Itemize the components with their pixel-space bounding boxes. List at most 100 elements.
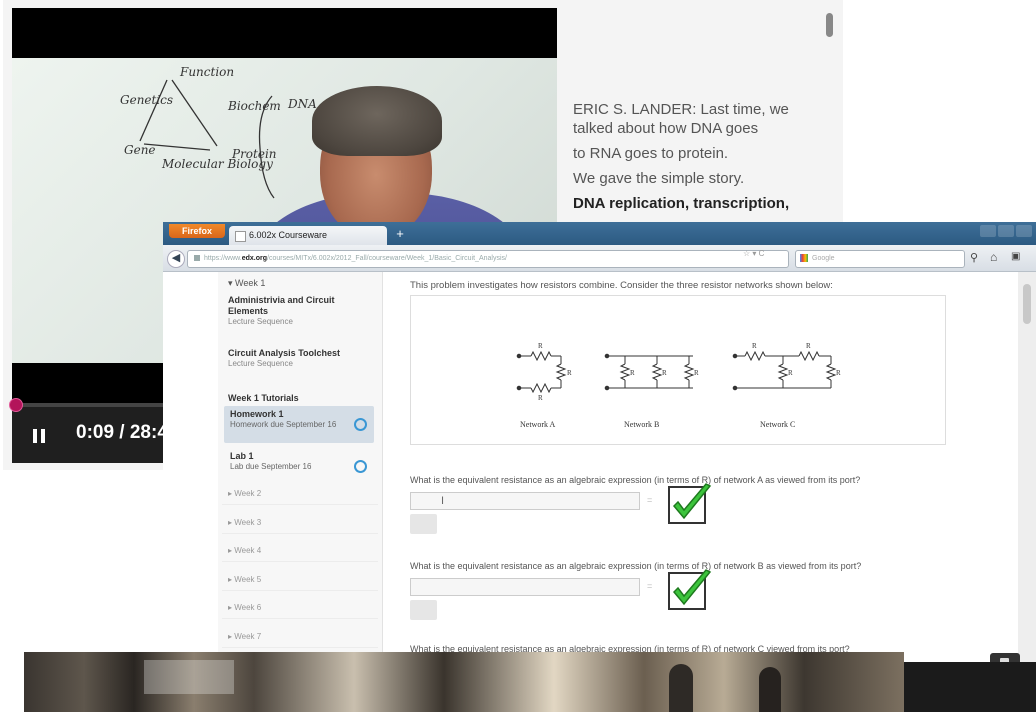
url-bar[interactable]: https://www.edx.org/courses/MITx/6.002x/… [187, 250, 789, 268]
pause-button[interactable] [24, 421, 54, 451]
alarm-clock-icon [354, 460, 367, 473]
url-path: /courses/MITx/6.002x/2012_Fall/coursewar… [267, 255, 507, 262]
google-icon [800, 254, 808, 263]
board-word: DNA [287, 97, 317, 111]
sidebar-week-5[interactable]: ▸ Week 5 [222, 569, 378, 591]
homework-due: Homework due September 16 [230, 420, 337, 429]
sidebar-week-7[interactable]: ▸ Week 7 [222, 626, 378, 648]
resistor-label: R [806, 342, 811, 350]
board-word: Function [179, 65, 234, 79]
resistor-label: R [662, 369, 667, 377]
board-word: Genetics [120, 93, 173, 107]
courseware-page: ▾ Week 1 Administrivia and Circuit Eleme… [163, 272, 1036, 662]
sidebar-week-current[interactable]: ▾ Week 1 [228, 278, 265, 289]
window-controls [980, 225, 1032, 237]
back-button[interactable]: ◀ [167, 250, 185, 268]
check-button-b[interactable] [410, 600, 437, 620]
board-line-1 [139, 79, 168, 142]
week-label: Week 4 [234, 546, 262, 555]
network-c-label: Network C [760, 420, 796, 429]
browser-tab-bar: Firefox 6.002x Courseware + [163, 222, 1036, 245]
close-icon[interactable] [1016, 225, 1032, 237]
resistor-label: R [788, 369, 793, 377]
browser-tab[interactable]: 6.002x Courseware [229, 226, 387, 245]
sidebar-item-administrivia[interactable]: Administrivia and Circuit Elements Lectu… [228, 295, 368, 327]
network-c-diagram [732, 350, 837, 391]
resistor-label: R [538, 342, 543, 350]
homework-title: Homework 1 [230, 409, 284, 419]
left-margin [163, 272, 217, 662]
week-label: Week 7 [234, 632, 262, 641]
board-line-2 [171, 79, 218, 147]
correct-checkmark-icon [668, 483, 712, 524]
resistor-label: R [752, 342, 757, 350]
resistor-label: R [630, 369, 635, 377]
transcript-line[interactable]: to RNA goes to protein. [573, 144, 833, 163]
transcript-line-current[interactable]: DNA replication, transcription, [573, 194, 833, 213]
week-label: Week 5 [234, 575, 262, 584]
dark-strip [904, 662, 1036, 712]
answer-input-a[interactable]: I [410, 492, 640, 510]
bookmarks-icon[interactable]: ▣ [1011, 251, 1020, 262]
course-sidebar: ▾ Week 1 Administrivia and Circuit Eleme… [218, 272, 383, 662]
sidebar-week-3[interactable]: ▸ Week 3 [222, 512, 378, 534]
sequence-title: Circuit Analysis Toolchest [228, 348, 341, 358]
search-placeholder: Google [812, 255, 835, 262]
resistor-schematic: R R R R R R R R R R [516, 342, 841, 402]
lab-video-frame[interactable] [24, 652, 904, 712]
url-domain: edx.org [241, 255, 268, 262]
lab-person [669, 664, 693, 712]
week-label: Week 1 [235, 278, 266, 288]
week-label: Week 2 [234, 489, 262, 498]
sidebar-week-2[interactable]: ▸ Week 2 [222, 483, 378, 505]
transcript-line[interactable]: We gave the simple story. [573, 169, 833, 188]
bookmark-star-icon[interactable]: ☆ ▾ C [743, 249, 764, 258]
network-b-label: Network B [624, 420, 660, 429]
checkmark-icon [672, 483, 712, 520]
checkmark-icon [672, 569, 712, 606]
search-bar[interactable]: Google [795, 250, 965, 268]
maximize-icon[interactable] [998, 225, 1014, 237]
text-cursor-icon: I [441, 495, 445, 507]
scrollbar-thumb[interactable] [1023, 284, 1031, 324]
minimize-icon[interactable] [980, 225, 996, 237]
resistor-label: R [567, 369, 572, 377]
new-tab-button[interactable]: + [391, 227, 409, 243]
progress-scrubber[interactable] [8, 398, 23, 412]
browser-window: Firefox 6.002x Courseware + ◀ https://ww… [163, 222, 1036, 675]
question-network-a: What is the equivalent resistance as an … [410, 475, 861, 485]
firefox-menu-button[interactable]: Firefox [169, 224, 225, 238]
correct-checkmark-icon [668, 569, 712, 610]
search-icon[interactable]: ⚲ [970, 251, 978, 264]
answer-input-b[interactable] [410, 578, 640, 596]
resistor-label: R [538, 394, 543, 402]
tab-title: 6.002x Courseware [249, 230, 328, 240]
check-button-a[interactable] [410, 514, 437, 534]
equals-sign: = [647, 581, 653, 591]
transcript-scrollbar[interactable] [826, 13, 833, 37]
network-a-label: Network A [520, 420, 556, 429]
sequence-title: Administrivia and Circuit Elements [228, 295, 335, 316]
sidebar-item-lab-1[interactable]: Lab 1 Lab due September 16 [224, 448, 374, 478]
lab-title: Lab 1 [230, 451, 254, 461]
page-scrollbar[interactable] [1018, 272, 1036, 662]
problem-content: This problem investigates how resistors … [410, 272, 970, 662]
sidebar-week-4[interactable]: ▸ Week 4 [222, 540, 378, 562]
sidebar-item-tutorials[interactable]: Week 1 Tutorials [228, 393, 299, 403]
url-prefix: https://www. [204, 255, 242, 262]
sidebar-week-6[interactable]: ▸ Week 6 [222, 597, 378, 619]
sidebar-item-homework-1[interactable]: Homework 1 Homework due September 16 [224, 406, 374, 443]
home-icon[interactable]: ⌂ [990, 250, 997, 264]
alarm-clock-icon [354, 418, 367, 431]
equals-sign: = [647, 495, 653, 505]
week-label: Week 3 [234, 518, 262, 527]
transcript-line[interactable]: ERIC S. LANDER: Last time, we talked abo… [573, 100, 833, 138]
board-word: Gene [124, 143, 156, 157]
lock-icon [194, 255, 200, 262]
pause-icon [33, 429, 37, 443]
network-a-diagram [516, 350, 567, 394]
page-icon [235, 231, 246, 242]
sidebar-item-circuit-analysis[interactable]: Circuit Analysis Toolchest Lecture Seque… [228, 348, 368, 369]
sequence-subtitle: Lecture Sequence [228, 317, 293, 326]
board-word: Biochem [227, 99, 281, 113]
